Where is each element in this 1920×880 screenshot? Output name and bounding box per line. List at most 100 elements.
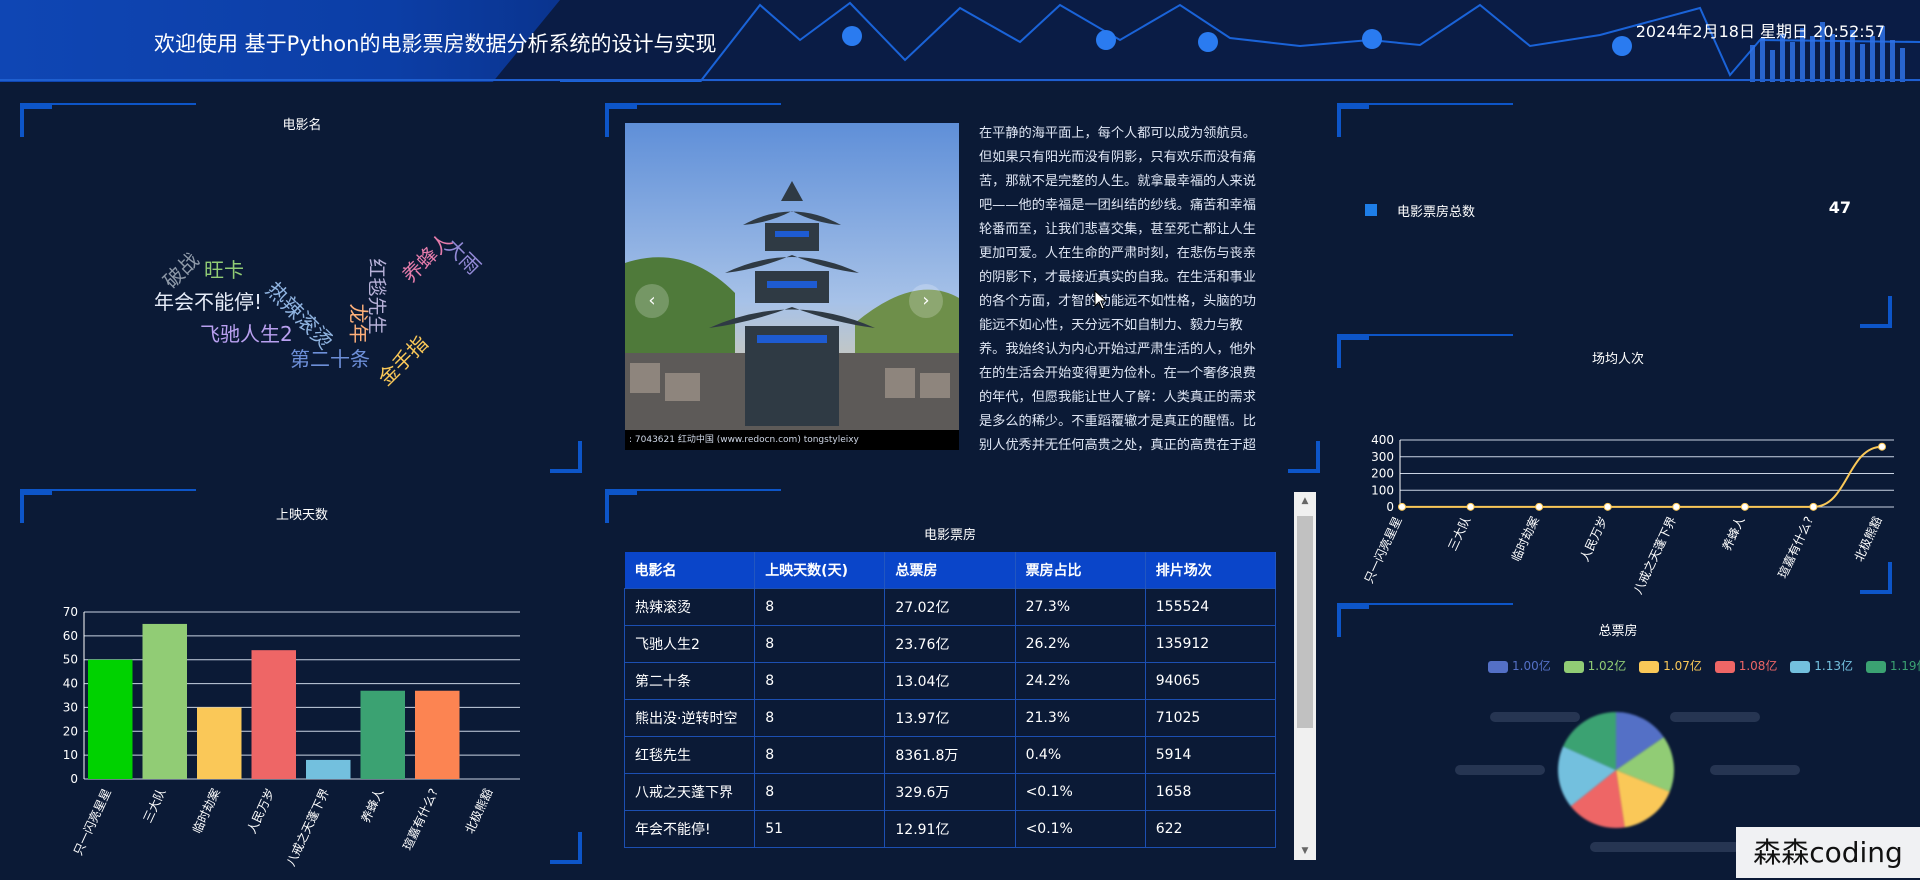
x-tick-label: 八戒之天蓬下界 xyxy=(1631,514,1679,596)
x-tick-label: 只一闪亮星星 xyxy=(1361,514,1405,586)
legend-item[interactable]: 1.07亿 xyxy=(1639,657,1702,674)
table-row: 飞驰人生2 8 23.76亿 26.2% 135912 xyxy=(624,625,1276,663)
table-cell: 第二十条 xyxy=(624,662,756,700)
days-chart-title: 上映天数 xyxy=(275,508,328,523)
legend-item[interactable]: 1.19亿 xyxy=(1865,657,1920,674)
frame-line xyxy=(605,103,781,105)
boxoffice-table-container[interactable]: 电影名 上映天数(天) 总票房 票房占比 排片场次 热辣滚烫 8 27.02亿 … xyxy=(624,552,1276,852)
data-point xyxy=(1809,502,1818,511)
legend-label: 1.13亿 xyxy=(1814,659,1853,673)
boxoffice-table: 电影名 上映天数(天) 总票房 票房占比 排片场次 热辣滚烫 8 27.02亿 … xyxy=(624,552,1276,848)
y-tick-label: 70 xyxy=(63,605,78,619)
scrollbar-thumb[interactable] xyxy=(1297,516,1313,728)
carousel-next-button[interactable]: › xyxy=(909,284,943,318)
table-cell: 年会不能停! xyxy=(624,810,756,848)
pie-legend: 1.00亿 1.02亿 1.07亿 1.08亿 1.13亿 1.19亿 xyxy=(1488,657,1920,674)
scroll-down-icon[interactable]: ▼ xyxy=(1294,842,1316,860)
frame-line xyxy=(605,489,781,491)
table-cell: 27.02亿 xyxy=(884,588,1016,626)
column-header: 上映天数(天) xyxy=(754,552,886,589)
legend-swatch xyxy=(1563,660,1584,673)
table-cell: 5914 xyxy=(1144,736,1276,774)
table-cell: 155524 xyxy=(1144,588,1276,626)
table-cell: 12.91亿 xyxy=(884,810,1016,848)
y-tick-label: 20 xyxy=(63,724,78,738)
image-caption: : 7043621 红动中国 (www.redocn.com) tongstyl… xyxy=(625,430,959,450)
legend-swatch xyxy=(1639,660,1660,673)
table-scrollbar[interactable]: ▲ ▼ xyxy=(1294,492,1316,860)
wordcloud-word: 龙年 xyxy=(346,303,371,344)
x-tick-label: 人民万岁 xyxy=(244,786,278,836)
table-cell: 飞驰人生2 xyxy=(624,625,756,663)
avg-line-chart: 0 100 200 300 400 只一闪亮星星 三大队 临时劫案 人民万岁 八戒之天蓬下界 养蜂人… xyxy=(1361,433,1894,596)
column-header: 总票房 xyxy=(884,552,1016,589)
x-tick-label: 临时劫案 xyxy=(189,786,223,836)
x-tick-label: 养蜂人 xyxy=(1719,514,1748,553)
pagoda-photo xyxy=(625,123,959,450)
x-tick-label: 三大队 xyxy=(140,786,169,825)
wordcloud-word: 金手指 xyxy=(373,330,433,391)
table-cell: 8361.8万 xyxy=(884,736,1016,774)
y-tick-label: 100 xyxy=(1371,483,1394,497)
image-carousel[interactable]: ‹ › : 7043621 红动中国 (www.redocn.com) tong… xyxy=(625,123,959,450)
scroll-up-icon[interactable]: ▲ xyxy=(1294,492,1316,510)
frame-line xyxy=(1337,103,1513,105)
legend-label: 1.19亿 xyxy=(1889,659,1920,673)
pie-chart-title: 总票房 xyxy=(1598,624,1638,639)
frame-corner xyxy=(1288,441,1320,473)
page-title: 欢迎使用 基于Python的电影票房数据分析系统的设计与实现 xyxy=(154,32,717,56)
column-header: 排片场次 xyxy=(1145,552,1276,589)
table-cell: 热辣滚烫 xyxy=(624,588,756,626)
table-cell: 八戒之天蓬下界 xyxy=(624,773,756,811)
data-point xyxy=(1398,502,1406,511)
metric-square-icon xyxy=(1365,204,1377,216)
bar xyxy=(360,690,405,779)
data-point xyxy=(1672,502,1681,511)
days-bar-chart: 0 10 20 30 40 50 60 70 只一闪亮星星 三大队 临时劫案 人民万岁 八戒之天蓬下界养… xyxy=(63,605,520,868)
total-boxoffice-metric: 电影票房总数 47 xyxy=(1365,198,1851,222)
table-cell: 329.6万 xyxy=(884,773,1016,811)
column-header: 电影名 xyxy=(624,552,756,589)
avg-chart-title: 场均人次 xyxy=(1591,352,1644,367)
table-cell: 8 xyxy=(754,625,886,663)
y-tick-label: 40 xyxy=(63,677,78,691)
table-cell: 27.3% xyxy=(1014,588,1146,626)
x-tick-label: 人民万岁 xyxy=(1577,514,1611,564)
wordcloud-word: 年会不能停! xyxy=(154,290,263,314)
y-tick-label: 60 xyxy=(63,629,78,643)
legend-item[interactable]: 1.02亿 xyxy=(1563,657,1626,674)
bar xyxy=(306,759,351,779)
table-cell: 13.04亿 xyxy=(884,662,1016,700)
wordcloud-word: 第二十条 xyxy=(290,347,370,371)
legend-item[interactable]: 1.13亿 xyxy=(1790,657,1853,674)
table-cell: 23.76亿 xyxy=(884,625,1016,663)
legend-label: 1.08亿 xyxy=(1738,659,1778,673)
bar xyxy=(415,690,460,779)
carousel-prev-button[interactable]: ‹ xyxy=(635,284,669,318)
blurred-label xyxy=(1590,842,1740,852)
bar xyxy=(142,623,187,779)
table-row: 熊出没·逆转时空 8 13.97亿 21.3% 71025 xyxy=(624,699,1276,737)
x-tick-label: 三大队 xyxy=(1444,514,1473,553)
x-tick-label: 北极熊豁 xyxy=(462,786,496,836)
table-cell: 8 xyxy=(754,773,886,811)
table-cell: 1658 xyxy=(1144,773,1276,811)
legend-item[interactable]: 1.08亿 xyxy=(1714,657,1778,674)
legend-item[interactable]: 1.00亿 xyxy=(1488,657,1551,674)
bar xyxy=(197,707,242,779)
watermark-label: 森森coding xyxy=(1736,827,1920,878)
blurred-label xyxy=(1455,765,1545,775)
table-row: 八戒之天蓬下界 8 329.6万 <0.1% 1658 xyxy=(624,773,1276,811)
data-point xyxy=(1740,502,1749,511)
column-header: 票房占比 xyxy=(1015,552,1146,589)
table-cell: 622 xyxy=(1144,810,1276,848)
series-line xyxy=(1402,445,1883,508)
table-cell: 8 xyxy=(754,662,886,700)
table-cell: <0.1% xyxy=(1014,810,1146,848)
metric-label: 电影票房总数 xyxy=(1397,205,1476,220)
mouse-cursor-icon xyxy=(1094,290,1108,310)
table-cell: 26.2% xyxy=(1014,625,1146,663)
y-tick-label: 0 xyxy=(1386,500,1394,514)
y-tick-label: 10 xyxy=(63,748,78,762)
total-boxoffice-pie xyxy=(1558,712,1674,828)
